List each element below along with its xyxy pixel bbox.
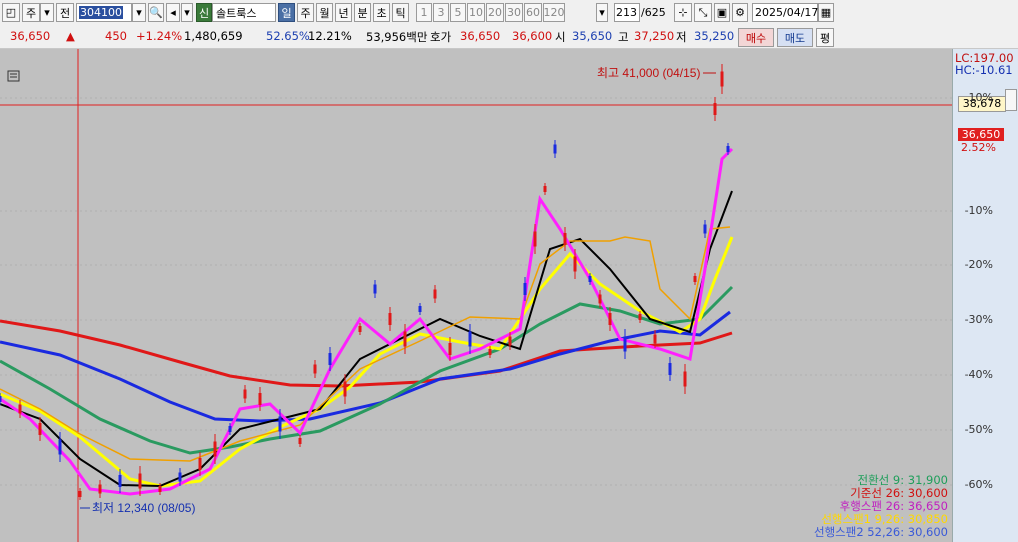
interval-button[interactable]: 60 — [524, 3, 542, 22]
count-value: 213 — [616, 6, 637, 19]
period-tab[interactable]: 틱 — [392, 3, 409, 22]
high-price: 37,250 — [634, 29, 675, 43]
toolbar: ◰ 주 ▾ 전 304100 ▾ 🔍 ◂ ▾ 신 솔트룩스 일주월년분초틱 13… — [0, 0, 1018, 27]
turnover: 12.21% — [308, 29, 352, 43]
axis-tick-label: -40% — [964, 368, 993, 381]
axis-tick-label: -30% — [964, 313, 993, 326]
interval-button[interactable]: 120 — [543, 3, 565, 22]
chevron-down-icon[interactable]: ▾ — [40, 3, 54, 22]
bid-price: 36,600 — [512, 29, 553, 43]
low-label: 저 — [676, 30, 687, 44]
axis-tick-label: 10% — [968, 91, 993, 104]
change-arrow: ▲ — [66, 29, 75, 43]
chart-grid — [0, 97, 952, 486]
all-button[interactable]: 전 — [56, 3, 74, 22]
price-change-pct: +1.24% — [136, 29, 183, 43]
company-name: 솔트룩스 — [216, 6, 257, 20]
current-price: 36,650 — [10, 29, 51, 43]
interval-dropdown-icon[interactable]: ▾ — [596, 3, 608, 22]
axis-tick-label: -10% — [964, 204, 993, 217]
quote-bar: 36,650 ▲ 450 +1.24% 1,480,659 52.65% 12.… — [0, 26, 1018, 49]
chart-canvas[interactable]: 최고 41,000 (04/15) 최저 12,340 (08/05) — [0, 49, 952, 542]
date-input[interactable]: 2025/04/17 — [752, 3, 818, 22]
period-tab[interactable]: 일 — [278, 3, 295, 22]
count-total: /625 — [640, 3, 668, 22]
period-tab[interactable]: 월 — [316, 3, 333, 22]
low-annotation: 최저 12,340 (08/05) — [92, 501, 195, 515]
interval-button[interactable]: 20 — [486, 3, 504, 22]
low-price: 35,250 — [694, 29, 735, 43]
buy-button-label: 매수 — [745, 31, 767, 45]
gear-icon[interactable]: ⚙ — [732, 3, 748, 22]
date-value: 2025/04/17 — [755, 6, 819, 19]
current-price-tag: 36,650 — [958, 128, 1004, 141]
chart-settings-icon[interactable] — [7, 70, 20, 82]
sell-button[interactable]: 매도 — [777, 28, 813, 47]
open-price: 35,650 — [572, 29, 613, 43]
volume: 1,480,659 — [184, 29, 243, 43]
count-input[interactable]: 213 — [614, 3, 640, 22]
period-tab[interactable]: 초 — [373, 3, 390, 22]
high-label: 고 — [618, 30, 629, 44]
interval-button[interactable]: 30 — [505, 3, 523, 22]
market-label: 주 — [25, 6, 37, 20]
interval-button[interactable]: 1 — [416, 3, 432, 22]
chart-tool-icon[interactable]: ⤡ — [694, 3, 712, 22]
count-total-label: /625 — [641, 6, 666, 19]
price-chart[interactable]: 최고 41,000 (04/15) 최저 12,340 (08/05) 전환선 … — [0, 49, 952, 542]
period-tab[interactable]: 주 — [297, 3, 314, 22]
interval-button[interactable]: 5 — [450, 3, 466, 22]
save-icon[interactable]: ▣ — [714, 3, 730, 22]
credit-badge: 신 — [196, 3, 212, 22]
axis-tick-label: -50% — [964, 423, 993, 436]
sell-button-label: 매도 — [784, 31, 806, 45]
volume-ratio: 52.65% — [266, 29, 310, 43]
eval-button[interactable]: 평 — [816, 28, 834, 47]
current-price-pct: 2.52% — [961, 141, 996, 154]
interval-button[interactable]: 10 — [467, 3, 485, 22]
hc-label: HC:-10.61 — [955, 63, 1013, 77]
trade-amount: 53,956백만 — [366, 30, 428, 44]
high-annotation: 최고 41,000 (04/15) — [597, 66, 700, 80]
code-dropdown-icon[interactable]: ▾ — [132, 3, 146, 22]
window-menu-icon[interactable]: ◰ — [2, 3, 20, 22]
stock-code-input[interactable]: 304100 — [76, 3, 132, 22]
period-tab[interactable]: 분 — [354, 3, 371, 22]
axis-tick-label: -60% — [964, 478, 993, 491]
eval-button-label: 평 — [819, 31, 831, 45]
next-dropdown-icon[interactable]: ▾ — [181, 3, 193, 22]
price-change: 450 — [105, 29, 127, 43]
price-axis[interactable]: LC:197.00 HC:-10.61 38,678 36,650 2.52% … — [952, 49, 1018, 542]
buy-button[interactable]: 매수 — [738, 28, 774, 47]
interval-button[interactable]: 3 — [433, 3, 449, 22]
crosshair-icon[interactable]: ⊹ — [674, 3, 692, 22]
axis-tick-label: -20% — [964, 258, 993, 271]
company-name-field[interactable]: 솔트룩스 — [212, 3, 276, 22]
legend-entry: 선행스팬2 52,26: 30,600 — [814, 525, 948, 539]
magenta-line — [0, 147, 734, 496]
search-icon[interactable]: 🔍 — [148, 3, 164, 22]
ask-price: 36,650 — [460, 29, 501, 43]
calendar-icon[interactable]: ▦ — [818, 3, 834, 22]
credit-badge-label: 신 — [198, 6, 210, 20]
axis-scroll-handle[interactable] — [1005, 89, 1017, 111]
prev-stock-icon[interactable]: ◂ — [166, 3, 180, 22]
indicator-lines — [0, 147, 734, 496]
hoga-label: 호가 — [430, 30, 452, 44]
open-label: 시 — [555, 30, 566, 44]
stock-code-value: 304100 — [79, 6, 123, 19]
market-select[interactable]: 주 — [22, 3, 40, 22]
all-label: 전 — [59, 6, 71, 20]
period-tab[interactable]: 년 — [335, 3, 352, 22]
